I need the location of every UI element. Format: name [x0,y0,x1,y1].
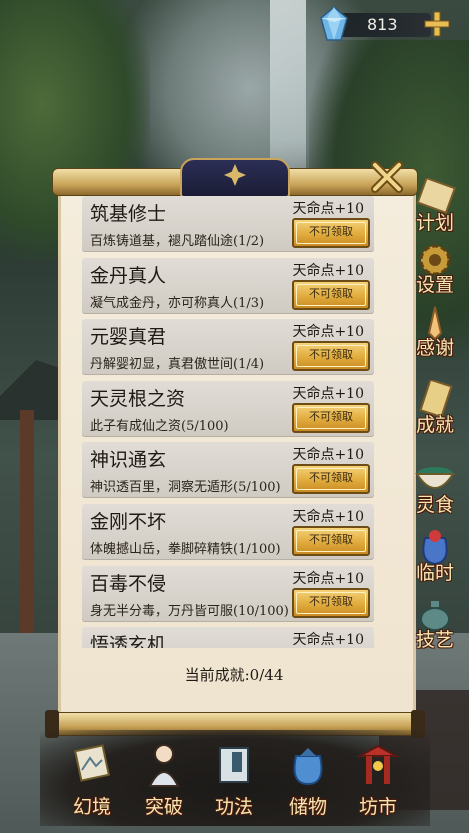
side-menu-food[interactable]: 灵食 [407,460,463,518]
nav-market[interactable]: 坊市 [346,742,410,822]
achievement-title: 天灵根之资 [90,387,186,410]
side-menu-label: 计划 [415,212,454,234]
claim-button[interactable]: 不可领取 [292,402,370,433]
achievement-desc: 此子有成仙之资(5/100) [90,418,229,434]
achievement-title: 悟透玄机 [90,634,167,648]
list-item: 天灵根之资 天命点+10 此子有成仙之资(5/100) 不可领取 [82,380,374,437]
achievement-reward: 天命点+10 [292,324,364,341]
list-item: 筑基修士 天命点+10 百炼铸道基，褪凡踏仙途(1/2) 不可领取 [82,196,374,252]
side-menu-temporary[interactable]: 临时 [407,528,463,586]
nav-breakthrough[interactable]: 突破 [132,742,196,822]
side-menu-label: 临时 [415,562,454,584]
achievement-desc: 体魄撼山岳，拳脚碎精铁(1/100) [90,541,281,557]
nav-illusion[interactable]: 幻境 [60,742,124,822]
side-menu-label: 成就 [415,414,454,436]
achievement-reward: 天命点+10 [292,632,364,648]
side-menu-skills[interactable]: 技艺 [407,595,463,653]
achievement-title: 神识通玄 [90,449,167,472]
side-menu-settings[interactable]: 设置 [407,240,463,298]
achievement-title: 金丹真人 [90,264,167,287]
list-item: 元婴真君 天命点+10 丹解婴初显，真君傲世间(1/4) 不可领取 [82,319,374,376]
close-icon[interactable] [370,160,404,194]
scroll-ornament [180,158,290,198]
nav-techniques[interactable]: 功法 [202,742,266,822]
achievement-title: 百毒不侵 [90,572,167,595]
achievement-progress: 当前成就:0/44 [184,666,284,684]
achievement-reward: 天命点+10 [292,385,364,402]
achievement-desc: 神识透百里，洞察无遁形(5/100) [90,480,281,496]
claim-button[interactable]: 不可领取 [292,464,370,495]
achievement-desc: 凝气成金丹，亦可称真人(1/3) [90,295,265,311]
achievement-desc: 丹解婴初显，真君傲世间(1/4) [90,357,265,373]
achievement-desc: 百炼铸道基，褪凡踏仙途(1/2) [90,234,265,249]
side-menu-plan[interactable]: 计划 [407,178,463,236]
currency-value: 813 [367,15,398,34]
nav-label: 储物 [288,796,327,818]
nav-label: 功法 [214,796,253,818]
claim-button[interactable]: 不可领取 [292,279,370,310]
claim-button[interactable]: 不可领取 [292,341,370,372]
list-item: 金丹真人 天命点+10 凝气成金丹，亦可称真人(1/3) 不可领取 [82,257,374,314]
claim-button[interactable]: 不可领取 [292,587,370,618]
nav-storage[interactable]: 储物 [276,742,340,822]
achievement-title: 元婴真君 [90,326,167,349]
pavilion-pillar [20,410,34,670]
list-item: 百毒不侵 天命点+10 身无半分毒，万丹皆可服(10/100) 不可领取 [82,565,374,622]
cultivator-icon [148,744,180,787]
achievement-desc: 身无半分毒，万丹皆可服(10/100) [90,603,289,619]
side-menu-label: 灵食 [415,494,454,516]
achievement-reward: 天命点+10 [292,447,364,464]
side-menu-thanks[interactable]: 感谢 [407,303,463,361]
side-menu-label: 设置 [415,274,454,296]
achievement-title: 筑基修士 [90,203,167,225]
achievement-title: 金刚不坏 [90,510,167,533]
painting-scroll-icon [74,744,110,782]
list-item: 金刚不坏 天命点+10 体魄撼山岳，拳脚碎精铁(1/100) 不可领取 [82,503,374,560]
crystal-gem-icon [320,6,348,41]
side-menu-label: 技艺 [415,629,454,651]
currency-display: 813 [311,6,451,42]
side-menu-label: 感谢 [415,337,454,359]
achievement-reward: 天命点+10 [292,201,364,217]
achievement-list[interactable]: 筑基修士 天命点+10 百炼铸道基，褪凡踏仙途(1/2) 不可领取 金丹真人 天… [82,196,374,648]
list-item: 悟透玄机 天命点+10 [82,627,374,648]
side-menu-achievement[interactable]: 成就 [407,380,463,438]
nav-label: 坊市 [358,796,397,818]
plus-icon[interactable] [423,10,451,38]
storage-bag-icon [293,748,323,786]
nav-label: 突破 [144,796,183,818]
claim-button[interactable]: 不可领取 [292,525,370,556]
achievement-reward: 天命点+10 [292,508,364,525]
list-item: 神识通玄 天命点+10 神识透百里，洞察无遁形(5/100) 不可领取 [82,442,374,499]
claim-button[interactable]: 不可领取 [292,218,370,248]
achievement-reward: 天命点+10 [292,570,364,587]
achievement-reward: 天命点+10 [292,262,364,279]
market-gate-icon [356,744,400,784]
book-icon [219,747,249,783]
nav-label: 幻境 [72,796,111,818]
